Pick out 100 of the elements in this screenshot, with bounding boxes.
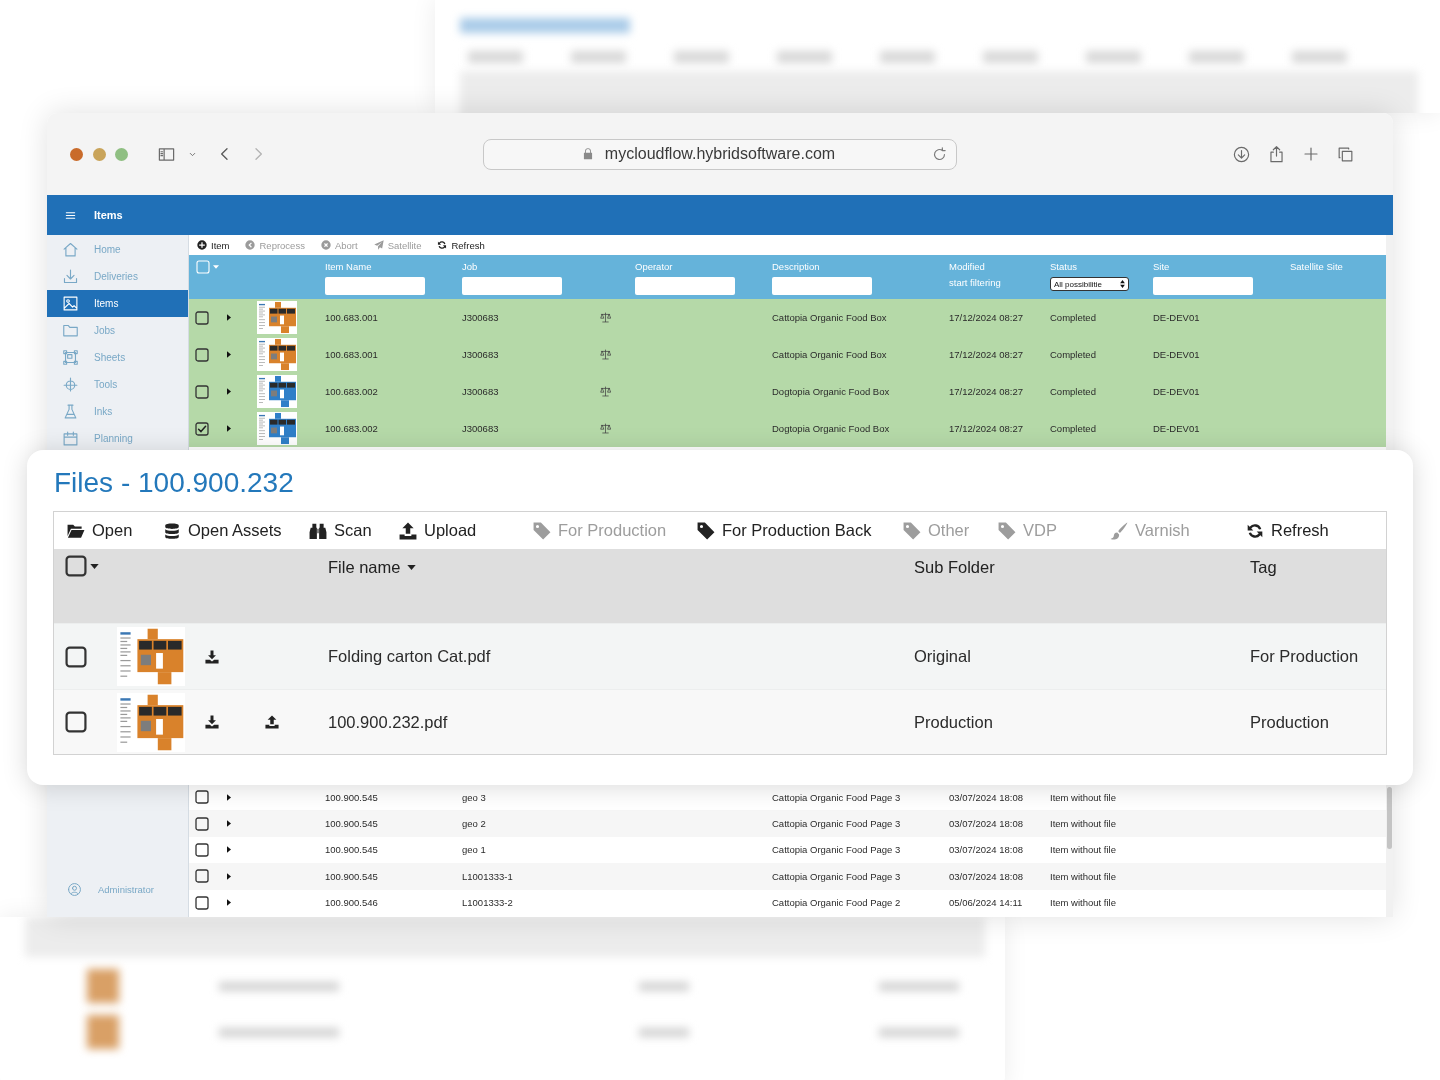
item-name-cell-text: 100.900.546 [324,897,378,909]
expand-caret-icon[interactable] [227,314,231,321]
column-header[interactable]: Job [462,261,478,272]
sidebar-item[interactable]: Planning [47,425,188,452]
column-header[interactable]: File name [328,557,417,577]
row-checkbox[interactable] [65,711,87,733]
filter-field[interactable] [462,277,562,295]
expand-caret-icon[interactable] [227,899,231,907]
caret-down-icon[interactable] [90,563,99,569]
toolbar-button[interactable]: For Production Back [697,521,872,540]
row-checkbox[interactable] [195,421,209,436]
toolbar-button[interactable]: Refresh [437,239,485,251]
status-cell-text: Completed [1049,312,1096,323]
description-cell-text: Cattopia Organic Food Box [771,312,887,323]
calendar-icon [62,430,79,447]
expand-caret-icon[interactable] [227,872,231,880]
column-header[interactable]: Description [772,261,820,272]
database-icon [163,521,181,540]
window-control-dot-icon[interactable] [70,147,83,161]
window-control-dot-icon[interactable] [115,147,128,161]
row-checkbox[interactable] [195,816,209,831]
toolbar-button[interactable]: Upload [399,521,477,540]
share-icon[interactable] [1267,144,1286,164]
status-cell-text: Item without file [1049,818,1116,830]
user-icon [67,881,82,897]
column-header[interactable]: Item Name [325,261,372,272]
tag-icon [697,521,715,540]
item-name-cell-text: 100.900.545 [324,791,378,803]
toolbar-button[interactable]: Scan [309,521,372,540]
filter-field[interactable] [772,277,872,295]
expand-caret-icon[interactable] [227,846,231,854]
sidebar-item[interactable]: Home [47,236,188,263]
expand-caret-icon[interactable] [227,351,231,358]
expand-caret-icon[interactable] [227,425,231,432]
sidebar-item[interactable]: Sheets [47,344,188,371]
reload-icon[interactable] [931,145,948,163]
tag-icon [998,521,1016,540]
modified-date-cell-text: 17/12/2024 08:27 [948,423,1023,434]
balance-scale-icon [600,386,611,397]
download-icon[interactable] [205,715,219,729]
address-bar[interactable]: mycloudflow.hybridsoftware.com [483,138,957,170]
expand-caret-icon[interactable] [227,820,231,828]
scrollbar-thumb[interactable] [1387,787,1392,849]
refresh-icon [1246,521,1264,540]
row-checkbox[interactable] [195,384,209,399]
item-name-cell-text: 100.683.001 [324,349,378,360]
download-icon[interactable] [205,649,219,664]
toolbar-button[interactable]: Item [197,239,230,251]
column-header[interactable]: Tag [1250,557,1277,577]
status-cell-text: Completed [1049,386,1096,397]
sidebar-item[interactable]: Deliveries [47,263,188,290]
description-cell-text: Cattopia Organic Food Page 3 [771,818,901,830]
row-checkbox[interactable] [65,645,87,668]
filter-field[interactable] [1153,277,1253,295]
toolbar-button[interactable]: Refresh [1246,521,1329,540]
file-name-cell: 100.900.232.pdf [328,712,448,732]
select-all-checkbox[interactable] [65,555,87,577]
user-menu[interactable]: Administrator [47,876,188,902]
column-header[interactable]: Operator [635,261,673,272]
sidebar-item[interactable]: Inks [47,398,188,425]
sheet-layout-icon [62,349,79,366]
row-checkbox[interactable] [195,347,209,362]
column-header[interactable]: Status [1050,261,1077,272]
modified-date-cell-text: 03/07/2024 18:08 [948,844,1023,856]
description-cell-text: Cattopia Organic Food Page 2 [771,897,901,909]
column-header[interactable]: Satellite Site [1290,261,1343,272]
status-filter-select[interactable]: All possibilitie [1050,277,1129,291]
page-title: Items [94,209,123,221]
date-filter-link[interactable]: start filtering [949,277,1001,288]
row-checkbox[interactable] [195,310,209,325]
job-cell-text: geo 1 [461,844,486,856]
refresh-icon [437,240,448,250]
row-checkbox[interactable] [195,895,209,910]
toolbar-button[interactable]: Open Assets [163,521,282,540]
sidebar-item[interactable]: Jobs [47,317,188,344]
tag-cell: For Production [1250,647,1359,666]
row-checkbox[interactable] [195,842,209,857]
description-cell-text: Cattopia Organic Food Page 3 [771,844,901,856]
row-checkbox[interactable] [195,790,209,805]
toolbar-button[interactable]: Open [67,521,133,540]
item-name-cell-text: 100.900.545 [324,818,378,830]
window-control-dot-icon[interactable] [92,147,106,161]
description-cell-text: Cattopia Organic Food Box [771,349,887,360]
expand-caret-icon[interactable] [227,793,231,801]
sidebar-item[interactable]: Tools [47,371,188,398]
filter-field[interactable] [325,277,425,295]
expand-caret-icon[interactable] [227,388,231,395]
column-header[interactable]: Site [1153,261,1170,272]
filter-field[interactable] [635,277,735,295]
balance-scale-icon [600,312,611,323]
menu-icon[interactable] [65,209,76,221]
description-cell-text: Dogtopia Organic Food Box [771,386,890,397]
status-cell-text: Item without file [1049,870,1116,882]
row-checkbox[interactable] [195,869,209,884]
job-cell-text: L1001333-2 [461,897,513,909]
column-header[interactable]: Sub Folder [914,557,995,577]
upload-icon[interactable] [265,715,279,729]
column-header[interactable]: Modified [949,261,985,272]
job-cell-text: J300683 [461,386,499,397]
sidebar-item[interactable]: Items [47,290,188,317]
